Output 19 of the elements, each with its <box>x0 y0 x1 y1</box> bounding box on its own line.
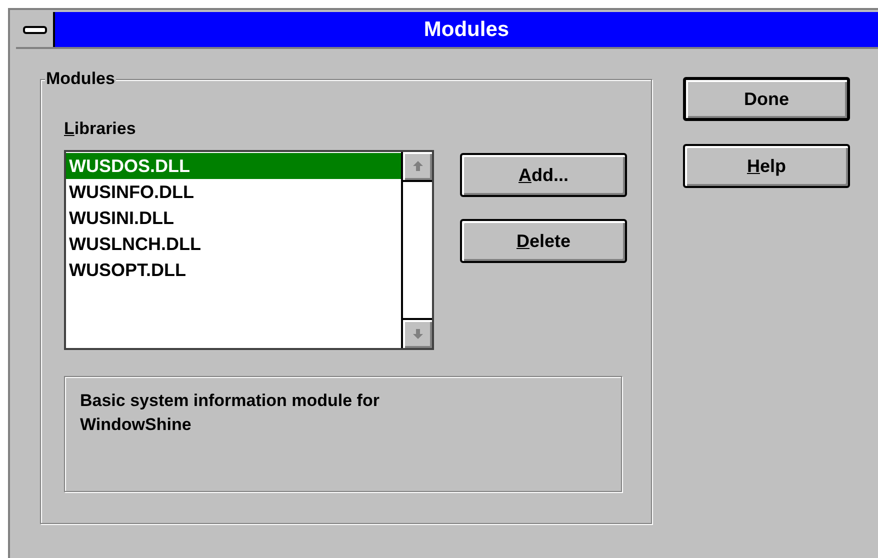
scroll-up-button[interactable] <box>403 152 432 182</box>
dialog-button[interactable]: Help <box>683 144 850 188</box>
dialog-button[interactable]: Add... <box>460 153 627 197</box>
description-text: Basic system information module for WindowShine <box>80 390 380 436</box>
libraries-list[interactable]: WUSDOS.DLL WUSINFO.DLL WUSINI.DLL WUSLNCH.DLL WUSOPT.DLL <box>64 150 434 350</box>
dialog-button[interactable]: Done <box>683 77 850 121</box>
library-item[interactable]: WUSINFO.DLL <box>66 179 401 205</box>
down-arrow-icon <box>412 328 424 340</box>
menu-icon <box>22 26 46 34</box>
libraries-label: Libraries <box>64 118 136 140</box>
window-title: Modules <box>424 16 510 43</box>
library-item[interactable]: WUSOPT.DLL <box>66 257 401 283</box>
library-item[interactable]: WUSINI.DLL <box>66 205 401 231</box>
library-item[interactable]: WUSDOS.DLL <box>66 153 401 179</box>
library-item[interactable]: WUSLNCH.DLL <box>66 231 401 257</box>
scrollbar[interactable] <box>401 152 432 348</box>
up-arrow-icon <box>412 160 424 172</box>
scroll-down-button[interactable] <box>403 318 432 348</box>
dialog-button[interactable]: Delete <box>460 219 627 263</box>
